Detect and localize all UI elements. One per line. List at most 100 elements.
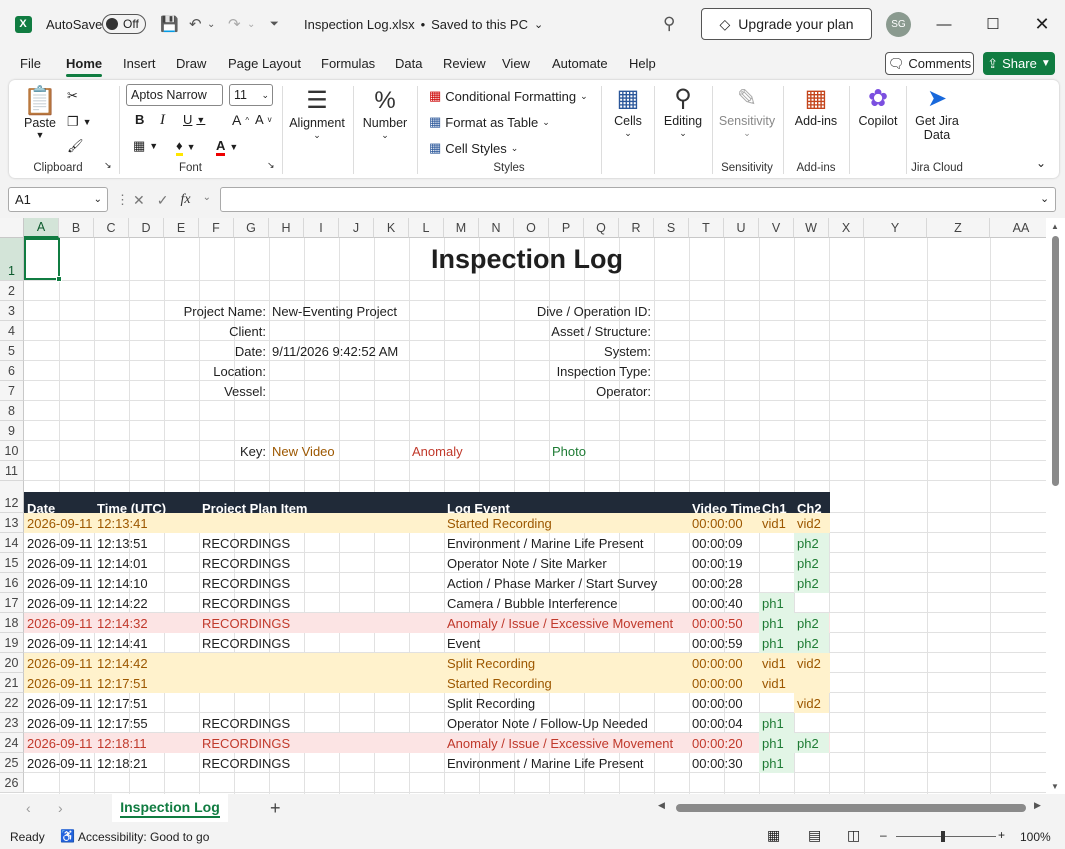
row-header-10[interactable]: 10 [0,441,24,461]
row-header-12[interactable]: 12 [0,481,24,513]
column-header-v[interactable]: V [759,218,794,238]
log-cell-time[interactable]: 12:18:11 [94,733,199,753]
log-cell-plan[interactable]: RECORDINGS [199,733,444,753]
name-box[interactable]: A1 ⌄ [8,187,108,212]
log-cell-date[interactable]: 2026-09-11 [24,533,94,553]
log-cell-ch2[interactable]: ph2 [794,613,829,633]
sensitivity-button[interactable]: ✎ Sensitivity ⌄ [717,84,777,139]
redo-dropdown-icon[interactable]: ⌄ [247,0,255,48]
tab-home[interactable]: Home [66,56,103,77]
log-cell-plan[interactable]: RECORDINGS [199,533,444,553]
log-cell-video[interactable]: 00:00:40 [689,593,759,613]
undo-dropdown-icon[interactable]: ⌄ [207,0,215,48]
info-label[interactable]: System: [479,341,654,361]
zoom-in-icon[interactable]: + [998,828,1005,842]
tab-page-layout[interactable]: Page Layout [228,56,301,71]
italic-icon[interactable]: I [160,112,165,129]
undo-icon[interactable]: ↶ [189,0,202,48]
column-header-c[interactable]: C [94,218,129,238]
log-cell-ch1[interactable]: ph1 [759,593,794,613]
chevron-down-icon[interactable]: ⌄ [203,192,211,209]
log-cell-plan[interactable] [199,693,444,713]
log-cell-date[interactable]: 2026-09-11 [24,513,94,533]
column-header-a[interactable]: A [24,218,59,238]
log-cell-date[interactable]: 2026-09-11 [24,733,94,753]
log-cell-ch1[interactable]: vid1 [759,673,794,693]
row-header-8[interactable]: 8 [0,401,24,421]
log-cell-ch1[interactable] [759,693,794,713]
info-value[interactable] [654,381,854,401]
scroll-down-icon[interactable]: ▼ [1051,782,1059,791]
ribbon-collapse-icon[interactable]: ⌄ [1036,156,1046,170]
fill-color-icon[interactable]: ♦ ▼ [176,138,196,156]
upgrade-plan-button[interactable]: ◇ Upgrade your plan [701,8,872,40]
log-cell-event[interactable]: Operator Note / Site Marker [444,553,689,573]
sheet-tab-inspection-log[interactable]: Inspection Log [112,794,228,822]
cut-icon[interactable]: ✂ [67,88,78,104]
column-header-f[interactable]: F [199,218,234,238]
scroll-left-icon[interactable]: ◀ [658,800,665,811]
row-header-5[interactable]: 5 [0,341,24,361]
row-header-24[interactable]: 24 [0,733,24,753]
tab-data[interactable]: Data [395,56,422,71]
vertical-scroll-thumb[interactable] [1052,236,1059,486]
zoom-level[interactable]: 100% [1020,830,1051,844]
log-cell-event[interactable]: Environment / Marine Life Present [444,753,689,773]
log-cell-ch2[interactable]: vid2 [794,513,829,533]
cancel-icon[interactable]: ✕ [133,192,145,209]
log-cell-ch2[interactable]: vid2 [794,693,829,713]
underline-icon[interactable]: U ▼ [183,112,205,127]
log-cell-ch2[interactable]: ph2 [794,553,829,573]
log-cell-time[interactable]: 12:17:55 [94,713,199,733]
cell-styles-button[interactable]: ▦ Cell Styles ⌄ [429,140,518,156]
log-cell-date[interactable]: 2026-09-11 [24,673,94,693]
minimize-button[interactable]: — [921,0,967,48]
row-header-3[interactable]: 3 [0,301,24,321]
info-label[interactable]: Location: [129,361,269,381]
font-family-select[interactable]: Aptos Narrow [126,84,223,106]
autosave-toggle[interactable]: Off [102,14,146,34]
increase-font-icon[interactable]: A ^ [232,112,249,128]
scroll-up-icon[interactable]: ▲ [1051,222,1059,231]
log-cell-time[interactable]: 12:17:51 [94,673,199,693]
row-header-2[interactable]: 2 [0,281,24,301]
row-header-9[interactable]: 9 [0,421,24,441]
insert-function-icon[interactable]: fx [180,192,190,209]
log-cell-plan[interactable]: RECORDINGS [199,753,444,773]
row-header-11[interactable]: 11 [0,461,24,481]
log-cell-time[interactable]: 12:14:41 [94,633,199,653]
page-layout-view-icon[interactable]: ▤ [808,827,821,844]
log-cell-ch2[interactable] [794,713,829,733]
log-cell-ch2[interactable]: ph2 [794,733,829,753]
info-value[interactable] [269,321,509,341]
editing-button[interactable]: ⚲ Editing ⌄ [659,84,707,139]
log-cell-plan[interactable] [199,513,444,533]
log-cell-event[interactable]: Anomaly / Issue / Excessive Movement [444,733,689,753]
row-header-7[interactable]: 7 [0,381,24,401]
zoom-slider-thumb[interactable] [941,831,945,842]
format-painter-icon[interactable]: 🖌 [67,138,84,154]
dialog-launcher-icon[interactable]: ↘ [267,160,275,171]
log-cell-event[interactable]: Started Recording [444,513,689,533]
log-cell-plan[interactable]: RECORDINGS [199,593,444,613]
log-cell-date[interactable]: 2026-09-11 [24,713,94,733]
row-header-4[interactable]: 4 [0,321,24,341]
log-cell-ch1[interactable]: ph1 [759,753,794,773]
info-label[interactable]: Client: [129,321,269,341]
column-header-n[interactable]: N [479,218,514,238]
log-cell-plan[interactable]: RECORDINGS [199,713,444,733]
log-cell-time[interactable]: 12:13:51 [94,533,199,553]
log-cell-video[interactable]: 00:00:28 [689,573,759,593]
row-header-15[interactable]: 15 [0,553,24,573]
key-anomaly[interactable]: Anomaly [409,441,514,461]
avatar[interactable]: SG [886,12,911,37]
info-value[interactable] [654,301,854,321]
log-cell-date[interactable]: 2026-09-11 [24,573,94,593]
comments-button[interactable]: 🗨 Comments [885,52,974,75]
row-header-16[interactable]: 16 [0,573,24,593]
column-header-g[interactable]: G [234,218,269,238]
log-cell-plan[interactable]: RECORDINGS [199,553,444,573]
row-header-26[interactable]: 26 [0,773,24,793]
vertical-scrollbar[interactable]: ▲ ▼ [1046,218,1065,794]
log-cell-ch1[interactable]: ph1 [759,613,794,633]
